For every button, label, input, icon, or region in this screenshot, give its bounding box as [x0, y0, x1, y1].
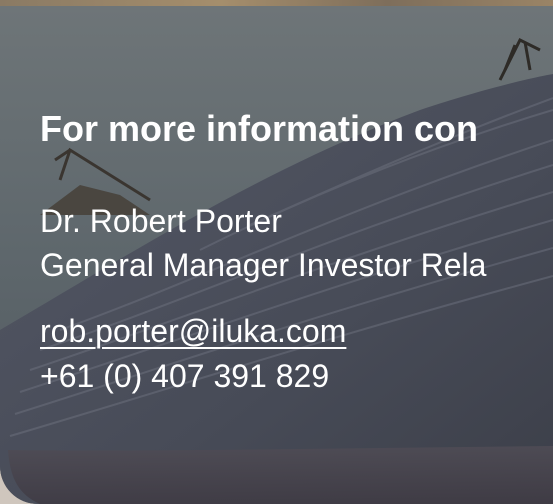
- contact-phone: +61 (0) 407 391 829: [40, 358, 330, 394]
- contact-role: General Manager Investor Rela: [40, 247, 487, 283]
- contact-name: Dr. Robert Porter: [40, 203, 282, 239]
- slide: For more information con Dr. Robert Port…: [0, 0, 553, 504]
- contact-email-link[interactable]: rob.porter@iluka.com: [40, 313, 346, 350]
- section-heading: For more information con: [40, 108, 479, 149]
